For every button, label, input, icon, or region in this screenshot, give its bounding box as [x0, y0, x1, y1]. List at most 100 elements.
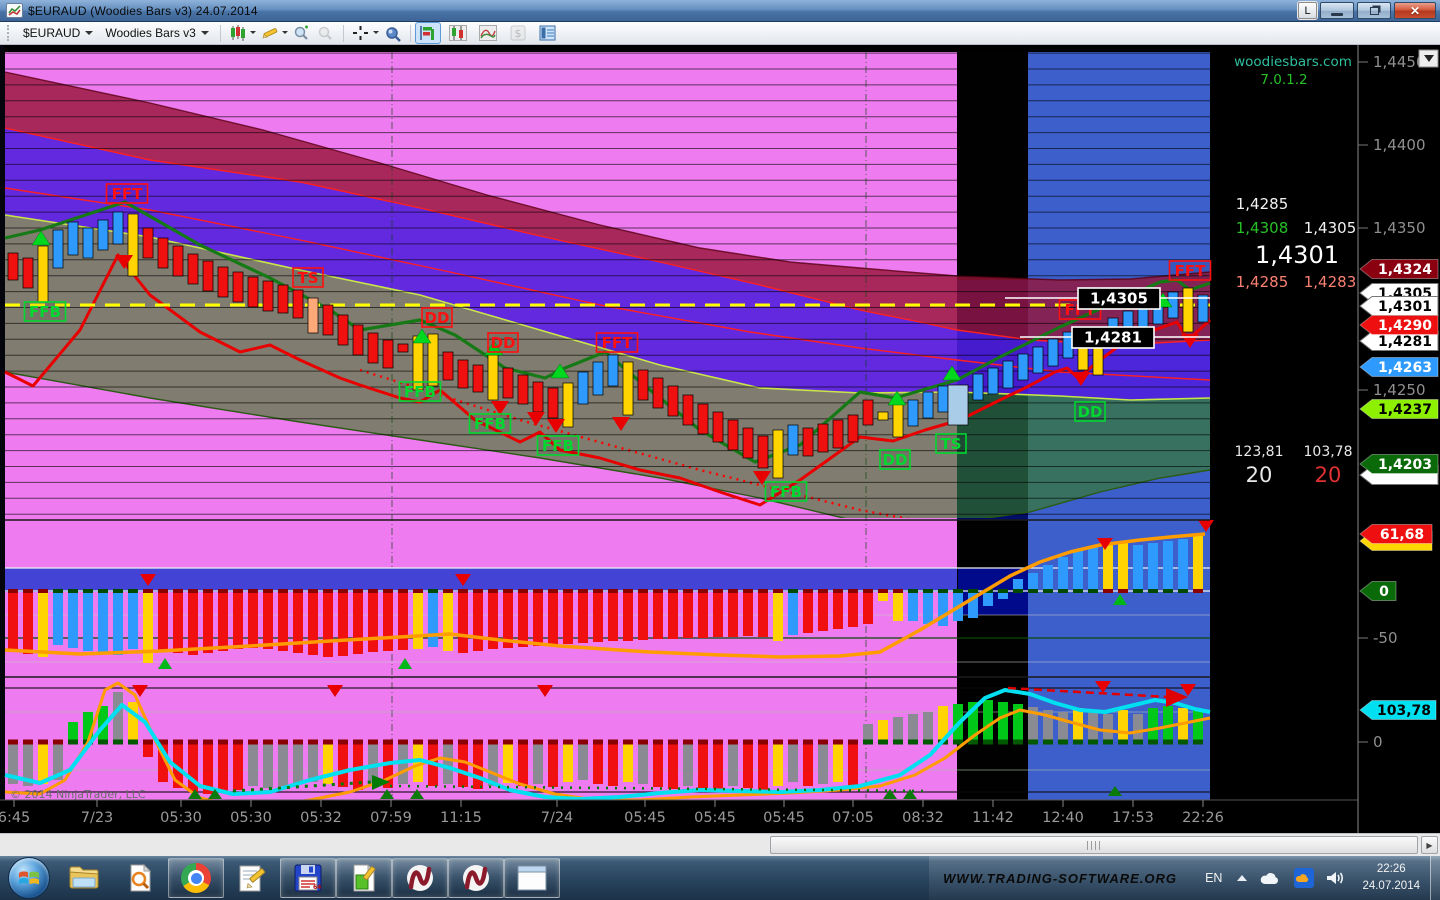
start-button[interactable] [8, 857, 50, 899]
chevron-down-icon [282, 31, 288, 34]
svg-text:22:26: 22:26 [1182, 810, 1224, 826]
taskbar-save-tool[interactable]: 64 [280, 858, 336, 898]
svg-text:DD: DD [883, 451, 908, 469]
clock-date: 24.07.2014 [1362, 878, 1420, 895]
svg-text:© 2014 NinjaTrader, LLC: © 2014 NinjaTrader, LLC [10, 788, 146, 801]
svg-text:FFB: FFB [770, 483, 802, 501]
taskbar-ninjatrader-2[interactable] [448, 858, 504, 898]
magnifier-icon [384, 25, 402, 42]
chart-style-line-button[interactable] [476, 23, 500, 43]
svg-text:20: 20 [1315, 463, 1342, 487]
taskbar-chart-window[interactable] [504, 858, 560, 898]
svg-text:20: 20 [1246, 463, 1273, 487]
dollar-icon: $ [510, 25, 526, 41]
language-indicator[interactable]: EN [1205, 871, 1222, 885]
chart-style-bars-button[interactable] [416, 23, 440, 43]
svg-text:FFB: FFB [542, 437, 574, 455]
taskbar-explorer[interactable] [56, 858, 112, 898]
close-icon: ✕ [1410, 4, 1420, 18]
draw-button[interactable] [258, 23, 282, 43]
chevron-down-icon [250, 31, 256, 34]
brand-text: WWW.TRADING-SOFTWARE.ORG [943, 871, 1177, 886]
close-button[interactable]: ✕ [1394, 2, 1436, 19]
svg-text:0: 0 [1379, 584, 1389, 600]
system-tray: WWW.TRADING-SOFTWARE.ORG EN [929, 856, 1440, 900]
data-series-button[interactable]: $ [506, 23, 530, 43]
svg-text:1,4308: 1,4308 [1236, 219, 1289, 237]
svg-text:$: $ [514, 27, 521, 40]
magnify-button[interactable] [381, 23, 405, 43]
restore-button[interactable] [1357, 2, 1391, 19]
instrument-label: $EURAUD [23, 26, 80, 40]
chrome-icon [181, 863, 211, 893]
price-chart-canvas[interactable]: FFTTSFFBDDDDFFTFFBFFBFFBFFBDDTSDDFFTFFT1… [0, 45, 1440, 833]
chevron-down-icon [373, 31, 379, 34]
toolbar-separator [410, 25, 411, 42]
zoom-out-button[interactable] [314, 23, 338, 43]
time-axis[interactable]: 6:457/2305:3005:3005:3207:5911:157/2405:… [0, 800, 1358, 833]
taskbar-notepad[interactable] [224, 858, 280, 898]
link-button[interactable]: L [1298, 2, 1317, 19]
svg-text:FFT: FFT [1175, 262, 1206, 280]
chart-style-candles-button[interactable] [446, 23, 470, 43]
svg-text:FFB: FFB [404, 383, 436, 401]
svg-text:FFT: FFT [112, 185, 143, 203]
desktop: $EURAUD (Woodies Bars v3) 24.07.2014 L ✕… [0, 0, 1440, 900]
clock-time: 22:26 [1362, 861, 1420, 878]
pencil-icon [261, 25, 279, 41]
minimize-button[interactable] [1320, 2, 1354, 19]
line-style-icon [479, 25, 497, 41]
chart-area: FFTTSFFBDDDDFFTFFBFFBFFBFFBDDTSDDFFTFFT1… [0, 45, 1440, 833]
taskbar-clock[interactable]: 22:26 24.07.2014 [1362, 861, 1420, 894]
show-desktop-button[interactable] [1430, 856, 1440, 900]
show-hidden-icons-button[interactable] [1236, 873, 1248, 883]
chevron-up-icon [1236, 873, 1248, 883]
svg-text:1,4305: 1,4305 [1090, 290, 1148, 308]
weather-cloud-icon [1294, 868, 1314, 888]
hscrollbar-right-arrow[interactable]: ▶ [1421, 836, 1438, 854]
svg-text:7/23: 7/23 [81, 810, 114, 826]
windows-flag-icon [18, 868, 40, 888]
template-dropdown[interactable]: Woodies Bars v3 [99, 24, 215, 42]
svg-text:08:32: 08:32 [902, 810, 944, 826]
taskbar-editor[interactable] [336, 858, 392, 898]
chart-hscrollbar: ▶ [0, 833, 1440, 856]
zoom-in-button[interactable] [290, 23, 314, 43]
svg-text:05:45: 05:45 [694, 810, 736, 826]
restore-icon [1370, 7, 1379, 15]
panel-properties-button[interactable] [536, 23, 560, 43]
panel-grid-icon [539, 25, 556, 41]
svg-text:1,4263: 1,4263 [1378, 360, 1432, 376]
svg-text:7/24: 7/24 [541, 810, 574, 826]
instrument-dropdown[interactable]: $EURAUD [17, 24, 99, 42]
svg-text:12:40: 12:40 [1042, 810, 1084, 826]
crosshair-button[interactable] [349, 23, 373, 43]
bars-style-icon [419, 25, 437, 41]
toolbar-grip[interactable] [7, 25, 12, 41]
notepad-pencil-icon [237, 863, 267, 893]
svg-text:DD: DD [491, 334, 516, 352]
weather-app-icon[interactable] [1294, 868, 1314, 888]
svg-text:FFB: FFB [29, 303, 61, 321]
svg-text:05:45: 05:45 [763, 810, 805, 826]
svg-text:TS: TS [297, 269, 318, 287]
chart-toolbar: $EURAUD Woodies Bars v3 [0, 22, 1440, 45]
bar-type-button[interactable] [226, 23, 250, 43]
window-titlebar: $EURAUD (Woodies Bars v3) 24.07.2014 L ✕ [0, 0, 1440, 22]
zoom-out-icon [317, 25, 334, 41]
svg-text:17:53: 17:53 [1112, 810, 1154, 826]
svg-text:103,78: 103,78 [1304, 444, 1353, 460]
taskbar-ninjatrader-1[interactable] [392, 858, 448, 898]
taskbar-search[interactable] [112, 858, 168, 898]
chart-app-icon-glyph [8, 5, 21, 16]
network-cloud-icon[interactable] [1260, 871, 1282, 886]
svg-text:1,4250: 1,4250 [1373, 381, 1426, 399]
taskbar-chrome[interactable] [168, 858, 224, 898]
copyright-text: © 2014 NinjaTrader, LLC [10, 788, 146, 801]
svg-text:07:59: 07:59 [370, 810, 412, 826]
hscrollbar-thumb[interactable] [770, 836, 1418, 854]
volume-button[interactable] [1326, 870, 1346, 886]
svg-text:1,4305: 1,4305 [1304, 219, 1357, 237]
svg-text:11:42: 11:42 [972, 810, 1014, 826]
svg-text:7.0.1.2: 7.0.1.2 [1260, 72, 1307, 88]
